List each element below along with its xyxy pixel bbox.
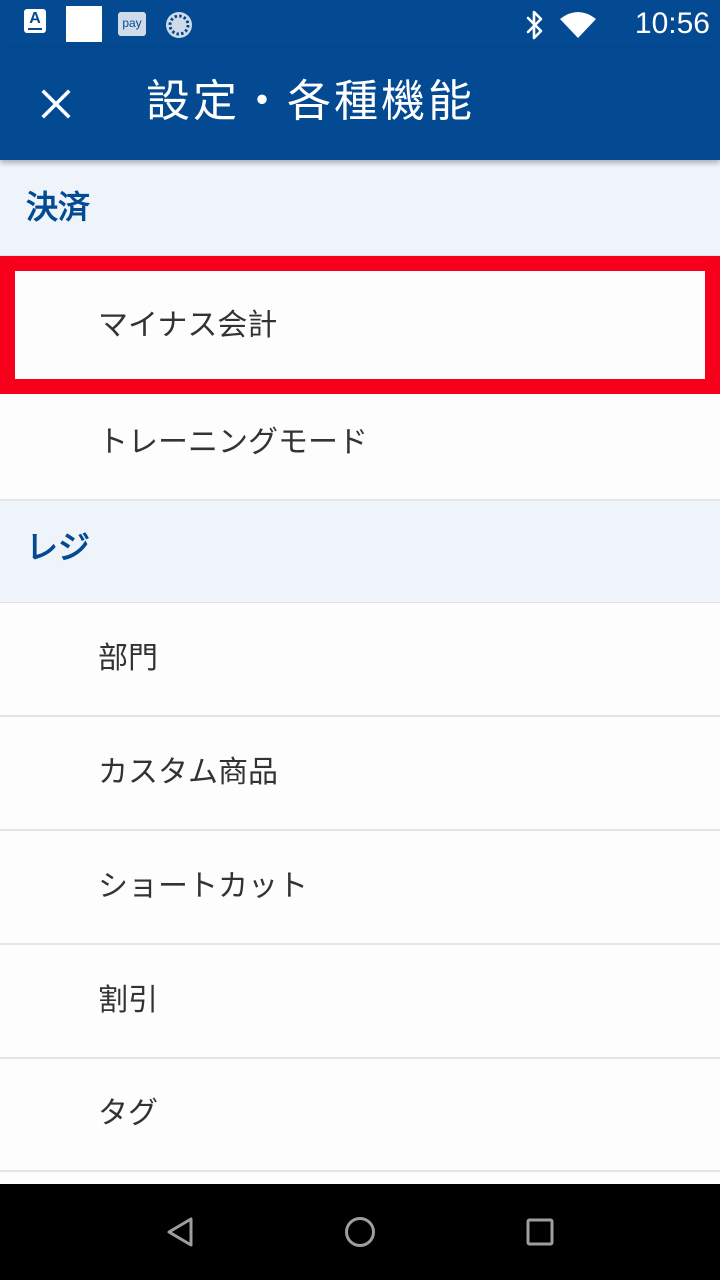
- list-item-partial[interactable]: [0, 1172, 720, 1184]
- accessibility-a-icon: A: [24, 9, 46, 33]
- list-item-tag[interactable]: タグ: [0, 1059, 720, 1172]
- back-button[interactable]: [151, 1202, 211, 1262]
- blank-square-icon: [66, 6, 102, 42]
- navigation-bar: [0, 1184, 720, 1280]
- close-icon: [41, 89, 71, 119]
- section-header-register: レジ: [0, 501, 720, 603]
- home-button[interactable]: [330, 1202, 390, 1262]
- status-time: 10:56: [634, 7, 710, 40]
- app-bar: 設定・各種機能: [0, 48, 720, 160]
- screen: A pay 10:56 設定・各種機能 決済 マイナス会計 トレーニングモード …: [0, 0, 720, 1280]
- settings-list: 決済 マイナス会計 トレーニングモード レジ 部門 カスタム商品 ショートカット…: [0, 160, 720, 1184]
- recents-icon: [526, 1218, 554, 1246]
- status-bar: A pay 10:56: [0, 0, 720, 48]
- sync-spinner-icon: [164, 10, 194, 44]
- list-item-training-mode[interactable]: トレーニングモード: [0, 387, 720, 501]
- section-header-payment: 決済: [0, 160, 720, 256]
- pay-icon: pay: [118, 12, 146, 36]
- wifi-icon: [559, 11, 597, 43]
- list-item-department[interactable]: 部門: [0, 603, 720, 717]
- list-item-discount[interactable]: 割引: [0, 945, 720, 1059]
- list-item-minus-checkout[interactable]: マイナス会計: [0, 256, 720, 387]
- back-icon: [167, 1217, 193, 1247]
- list-item-custom-product[interactable]: カスタム商品: [0, 717, 720, 831]
- close-button[interactable]: [20, 68, 92, 140]
- home-icon: [345, 1217, 375, 1247]
- recents-button[interactable]: [510, 1202, 570, 1262]
- list-item-shortcut[interactable]: ショートカット: [0, 831, 720, 945]
- page-title: 設定・各種機能: [146, 76, 475, 127]
- bluetooth-icon: [524, 10, 546, 44]
